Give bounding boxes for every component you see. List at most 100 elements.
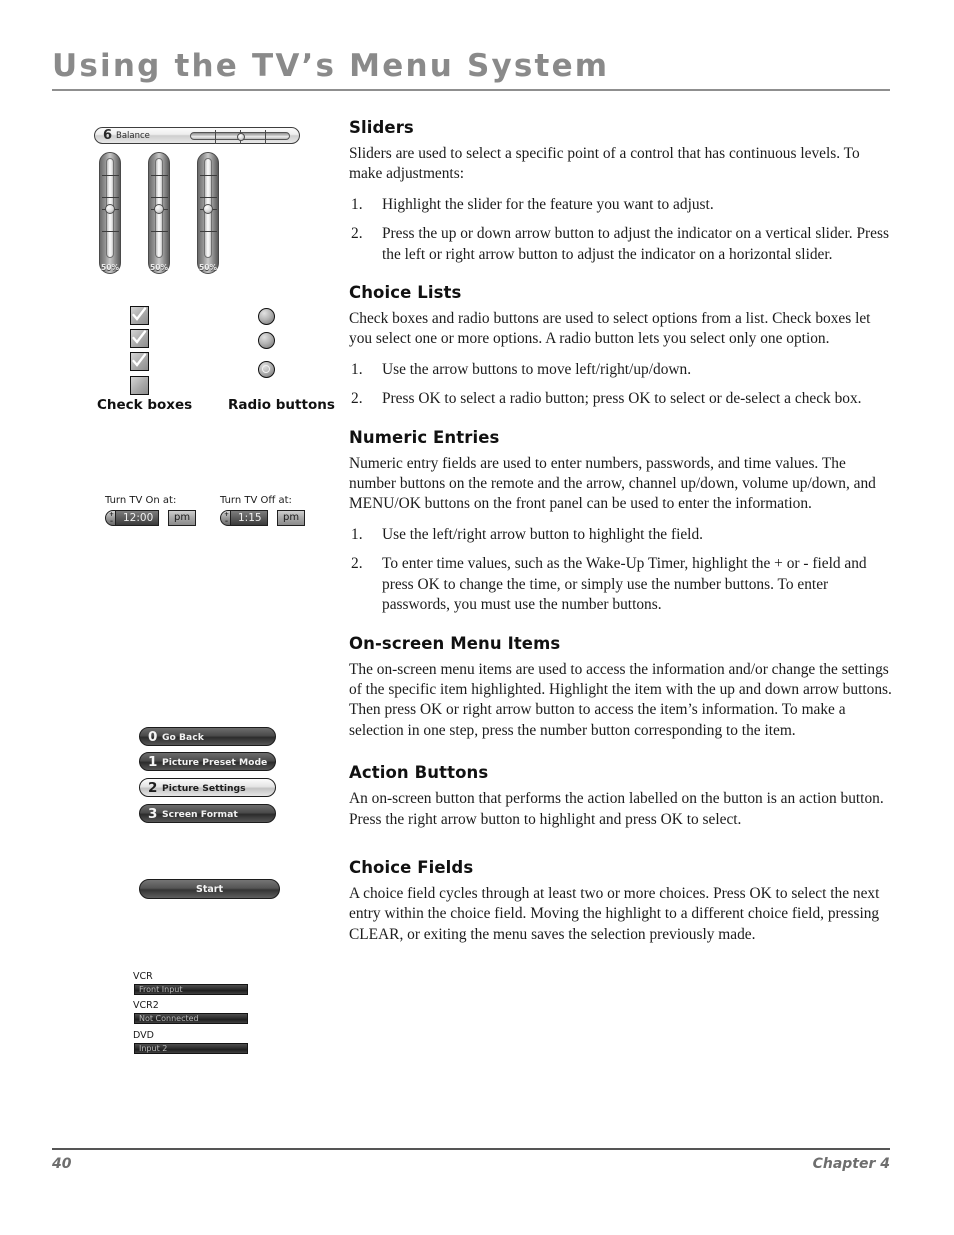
menu-item-screen-format[interactable]: 3 Screen Format (139, 804, 276, 823)
horizontal-slider-number: 6 (103, 128, 113, 143)
numeric-entry-on-label: Turn TV On at: (105, 495, 177, 506)
numeric-entry-off-meridiem[interactable]: pm (277, 510, 306, 527)
radio-button-3-selected[interactable] (258, 361, 275, 378)
section-heading: Sliders (349, 118, 414, 137)
step-number: 2. (351, 225, 363, 243)
slider-tick (151, 175, 168, 176)
step-number: 1. (351, 360, 363, 378)
page-title: Using the TV’s Menu System (52, 48, 610, 84)
numeric-entry-on: Turn TV On at: + – 12:00 pm (105, 495, 200, 527)
step-number: 2. (351, 555, 363, 573)
checkbox-checked-3[interactable] (130, 352, 149, 371)
radio-button-2[interactable] (258, 332, 275, 349)
menu-item-go-back[interactable]: 0 Go Back (139, 727, 276, 746)
slider-tick (102, 231, 119, 232)
section-heading: Choice Lists (349, 283, 462, 303)
horizontal-slider-label: Balance (116, 131, 150, 141)
slider-tick (102, 197, 119, 198)
horizontal-slider-track[interactable] (190, 130, 290, 144)
choice-field-label-dvd: DVD (133, 1030, 154, 1041)
section-heading: Numeric Entries (349, 427, 500, 447)
slider-tick (151, 197, 168, 198)
numeric-entry-on-field[interactable]: + – 12:00 pm (105, 510, 200, 527)
numeric-entry-on-value[interactable]: 12:00 (115, 510, 160, 527)
slider-tick (200, 231, 217, 232)
menu-item-number: 3 (148, 806, 158, 822)
section-steps: 1. Highlight the slider for the feature y… (349, 195, 895, 265)
menu-item-label: Screen Format (162, 809, 238, 820)
slider-tick (102, 175, 119, 176)
numeric-entry-off-field[interactable]: + – 1:15 pm (220, 510, 310, 527)
text-column: Sliders Sliders are used to select a spe… (349, 118, 895, 955)
check-icon (132, 353, 147, 367)
step-text: Press OK to select a radio button; press… (382, 390, 862, 408)
horizontal-slider-balance[interactable]: 6 Balance (94, 127, 300, 144)
step-item: 1. Use the arrow buttons to move left/rig… (349, 360, 895, 380)
slider-tick (215, 130, 216, 144)
numeric-entry-off-value[interactable]: 1:15 (230, 510, 268, 527)
vertical-slider-2[interactable]: 50% (148, 152, 170, 274)
vertical-slider-1[interactable]: 50% (99, 152, 121, 274)
slider-tick (200, 175, 217, 176)
menu-item-picture-preset-mode[interactable]: 1 Picture Preset Mode (139, 752, 276, 771)
section-sliders: Sliders Sliders are used to select a spe… (349, 118, 895, 265)
vertical-slider-value: 50% (199, 263, 217, 272)
chapter-label: Chapter 4 (812, 1156, 890, 1172)
section-body: Check boxes and radio buttons are used t… (349, 310, 871, 348)
choice-field-value: Input 2 (139, 1044, 168, 1053)
choice-field-dvd[interactable]: Input 2 (134, 1043, 248, 1054)
step-item: 2. Press the up or down arrow button to a… (349, 224, 895, 265)
vertical-slider-value: 50% (101, 263, 119, 272)
choice-field-label-vcr2: VCR2 (133, 1000, 159, 1011)
step-text: Use the arrow buttons to move left/right… (382, 360, 692, 378)
checkbox-checked-2[interactable] (130, 329, 149, 348)
radio-button-1[interactable] (258, 308, 275, 325)
section-body: An on-screen button that performs the ac… (349, 790, 884, 828)
step-item: 2. Press OK to select a radio button; pre… (349, 389, 895, 409)
footer-divider (52, 1148, 890, 1150)
vertical-slider-3[interactable]: 50% (197, 152, 219, 274)
section-choice-fields: Choice Fields A choice field cycles thro… (349, 858, 895, 945)
menu-item-picture-settings[interactable]: 2 Picture Settings (139, 778, 276, 797)
menu-item-number: 2 (148, 780, 158, 796)
section-steps: 1. Use the arrow buttons to move left/rig… (349, 360, 895, 410)
check-icon (132, 307, 147, 321)
start-button[interactable]: Start (139, 879, 280, 899)
step-number: 2. (351, 390, 363, 408)
section-body: Numeric entry fields are used to enter n… (349, 454, 876, 513)
numeric-entry-on-meridiem[interactable]: pm (168, 510, 197, 527)
choice-field-vcr[interactable]: Front Input (134, 984, 248, 995)
choice-field-label-vcr: VCR (133, 971, 153, 982)
slider-tick (200, 197, 217, 198)
horizontal-slider-thumb[interactable] (237, 133, 245, 141)
checkbox-unchecked[interactable] (130, 376, 149, 395)
menu-item-label: Picture Settings (162, 783, 246, 794)
title-divider (52, 89, 890, 91)
choice-field-vcr2[interactable]: Not Connected (134, 1013, 248, 1024)
step-text: Use the left/right arrow button to highl… (382, 525, 704, 543)
menu-item-label: Go Back (162, 732, 204, 743)
vertical-slider-value: 50% (150, 263, 168, 272)
section-body: The on-screen menu items are used to acc… (349, 660, 892, 739)
choice-field-value: Front Input (139, 985, 183, 994)
menu-item-number: 1 (148, 754, 158, 770)
checkbox-checked-1[interactable] (130, 306, 149, 325)
vertical-slider-thumb[interactable] (203, 204, 213, 214)
section-action-buttons: Action Buttons An on-screen button that … (349, 763, 895, 830)
choice-field-value: Not Connected (139, 1014, 199, 1023)
page-number: 40 (52, 1156, 72, 1172)
step-number: 1. (351, 525, 363, 543)
vertical-slider-thumb[interactable] (154, 204, 164, 214)
menu-item-label: Picture Preset Mode (162, 757, 268, 768)
step-item: 1. Highlight the slider for the feature y… (349, 195, 895, 215)
step-item: 1. Use the left/right arrow button to hig… (349, 525, 895, 545)
section-numeric-entries: Numeric Entries Numeric entry fields are… (349, 428, 895, 616)
radio-buttons-caption: Radio buttons (228, 397, 335, 413)
step-text: To enter time values, such as the Wake-U… (382, 555, 867, 614)
section-body: Sliders are used to select a specific po… (349, 145, 860, 183)
step-text: Press the up or down arrow button to adj… (382, 225, 889, 263)
vertical-slider-thumb[interactable] (105, 204, 115, 214)
manual-page: Using the TV’s Menu System 6 Balance 50% (0, 0, 954, 1235)
slider-tick (151, 231, 168, 232)
numeric-entry-off: Turn TV Off at: + – 1:15 pm (220, 495, 310, 527)
